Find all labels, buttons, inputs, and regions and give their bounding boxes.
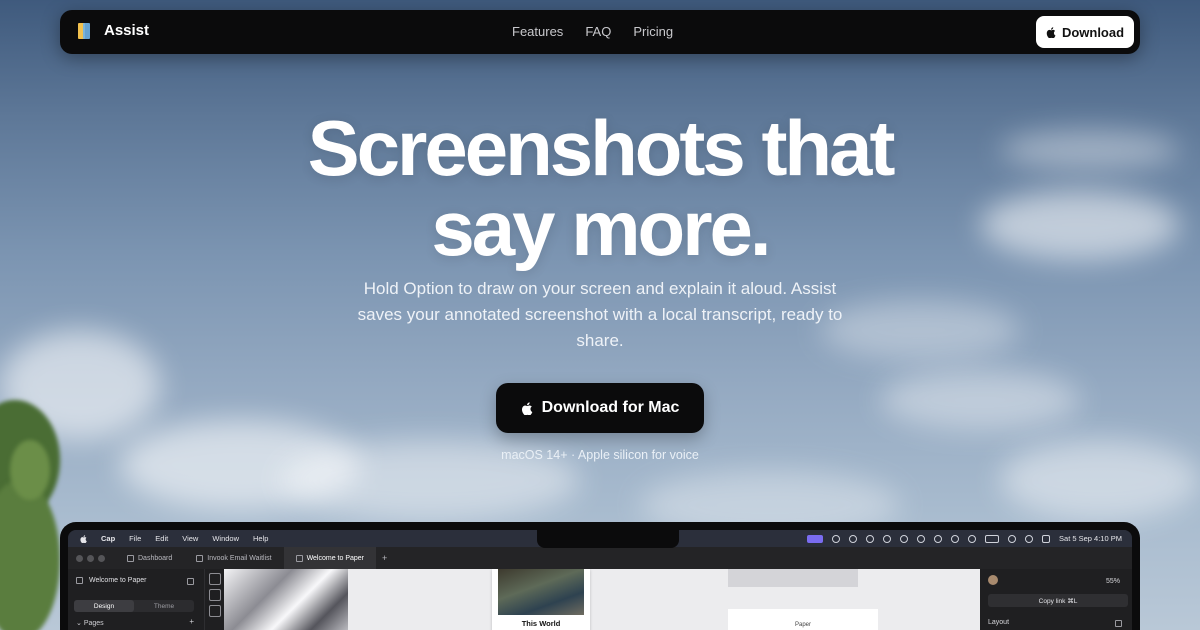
download-for-mac-button[interactable]: Download for Mac [496, 383, 704, 433]
editor-right-panel: 55% Copy link ⌘L Layout [980, 569, 1132, 630]
menu-view: View [182, 534, 199, 543]
nav-link-pricing[interactable]: Pricing [633, 24, 673, 39]
canvas-block [728, 569, 858, 587]
menu-help: Help [253, 534, 269, 543]
brand[interactable]: Assist [78, 22, 149, 39]
document-title: Welcome to Paper [89, 577, 147, 584]
window-controls [68, 554, 105, 562]
status-icon [832, 534, 841, 543]
status-icon [934, 534, 943, 543]
chevron-down-icon: ⌄ [76, 620, 84, 627]
status-icon [917, 534, 926, 543]
tab-label: Invook Email Waitlist [207, 554, 272, 562]
avatar [988, 575, 998, 585]
system-requirements: macOS 14+ · Apple silicon for voice [501, 448, 699, 462]
status-icon [900, 534, 909, 543]
card-image [498, 569, 584, 615]
tab-dashboard: Dashboard [115, 547, 184, 569]
grid-icon [127, 554, 134, 562]
nav-download-label: Download [1061, 24, 1125, 40]
document-icon [196, 554, 204, 562]
hand-tool-icon [208, 589, 221, 601]
hero-title-line-2: say more. [431, 184, 771, 272]
cta-label: Download for Mac [541, 399, 680, 416]
top-navbar: Assist Features FAQ Pricing Download [60, 10, 1140, 54]
file-icon [76, 577, 83, 584]
menu-window: Window [212, 534, 240, 543]
hero-title-line-1: Screenshots that [307, 104, 896, 192]
tool-strip [204, 569, 224, 630]
battery-icon [985, 534, 1000, 543]
segment-design: Design [74, 600, 134, 612]
card-title: This World [521, 619, 561, 628]
apple-icon [521, 401, 532, 415]
frame-tool-icon [208, 605, 221, 617]
minimize-dot-icon [87, 554, 94, 562]
browser-tabbar: Dashboard Invook Email Waitlist Welcome … [68, 547, 1132, 569]
brand-name: Assist [104, 22, 150, 39]
add-page-plus-icon: + [189, 617, 194, 626]
laptop-screen: Cap File Edit View Window Help Sat 5 Sep… [68, 530, 1132, 630]
zoom-dot-icon [98, 554, 105, 562]
document-icon [295, 554, 303, 562]
apple-menu-icon [80, 534, 87, 543]
tab-label: Welcome to Paper [306, 554, 365, 562]
nav-link-faq[interactable]: FAQ [585, 24, 611, 39]
editor-left-panel: Welcome to Paper Design Theme ⌄ Pages + [68, 569, 204, 630]
status-icon [968, 534, 977, 543]
laptop-mockup: Cap File Edit View Window Help Sat 5 Sep… [60, 522, 1140, 630]
status-icon [883, 534, 892, 543]
canvas-card: This World [492, 569, 590, 630]
apple-icon [1046, 26, 1056, 38]
canvas-card-paper: Paper [728, 609, 878, 630]
hero-title: Screenshots that say more. [0, 108, 1200, 268]
hero-subtitle: Hold Option to draw on your screen and e… [357, 279, 843, 350]
abstract-artwork [224, 569, 348, 630]
nav-download-button[interactable]: Download [1036, 16, 1134, 48]
segment-theme: Theme [153, 602, 175, 610]
assist-status-icon [807, 534, 824, 543]
tab-welcome-to-paper: Welcome to Paper [283, 547, 377, 569]
menu-edit: Edit [155, 534, 169, 543]
layout-label: Layout [988, 619, 1010, 626]
control-center-icon [1042, 534, 1051, 543]
camera-notch [537, 530, 679, 548]
sidebar-toggle-icon [187, 578, 194, 585]
menu-file: File [129, 534, 142, 543]
card-title: Paper [794, 622, 811, 628]
pages-section: ⌄ Pages [76, 619, 104, 627]
status-icon [951, 534, 960, 543]
menu-app-name: Cap [101, 534, 116, 543]
status-icon [866, 534, 875, 543]
tab-label: Dashboard [138, 554, 173, 562]
layout-grid-icon [1115, 620, 1122, 627]
nav-links: Features FAQ Pricing [512, 24, 673, 39]
new-tab-plus-icon: + [382, 553, 388, 563]
pages-label: Pages [83, 620, 104, 627]
copy-link-button: Copy link ⌘L [988, 594, 1128, 607]
app-logo-icon [78, 22, 92, 39]
search-icon [1025, 534, 1034, 543]
zoom-level: 55% [1105, 578, 1120, 585]
status-icon [849, 534, 858, 543]
menubar-clock: Sat 5 Sep 4:10 PM [1059, 534, 1122, 543]
editor-canvas: This World Paper [224, 569, 980, 630]
tab-invook-email-waitlist: Invook Email Waitlist [184, 547, 283, 569]
wifi-icon [1008, 534, 1017, 543]
design-theme-segmented: Design Theme [74, 600, 194, 612]
pointer-tool-icon [208, 573, 221, 585]
nav-link-features[interactable]: Features [512, 24, 563, 39]
close-dot-icon [76, 554, 83, 562]
